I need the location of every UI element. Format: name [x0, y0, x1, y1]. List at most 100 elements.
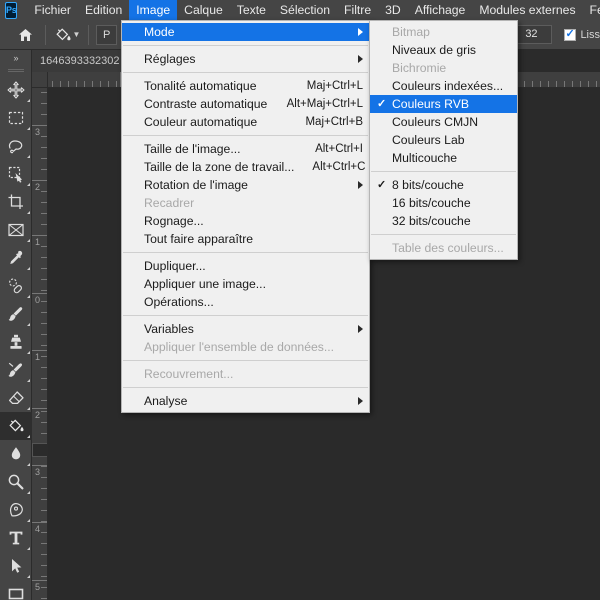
ruler-corner — [32, 72, 48, 88]
menu-item-tout-faire-appara-tre[interactable]: Tout faire apparaître — [122, 230, 369, 248]
menu-item-32-bits-couche[interactable]: 32 bits/couche — [370, 212, 517, 230]
menu-item-label: Couleurs Lab — [392, 133, 465, 147]
pen-icon — [7, 501, 25, 519]
menu-item-rognage[interactable]: Rognage... — [122, 212, 369, 230]
menu-item-taille-de-la-zone-de-travail[interactable]: Taille de la zone de travail... Alt+Ctrl+… — [122, 158, 369, 176]
menubar-item-filtre[interactable]: Filtre — [337, 0, 378, 20]
ruler-label: 1 — [35, 352, 41, 362]
chevron-down-icon[interactable]: ▼ — [73, 30, 81, 39]
menubar-item-fen-tre[interactable]: Fenêtre — [583, 0, 600, 20]
ruler-tick — [524, 81, 525, 87]
ruler-tick — [41, 345, 47, 346]
rectangular-marquee-tool[interactable] — [0, 104, 32, 132]
tool-flyout-corner-icon — [27, 239, 30, 242]
menu-item-appliquer-une-image[interactable]: Appliquer une image... — [122, 275, 369, 293]
menu-item-multicouche[interactable]: Multicouche — [370, 149, 517, 167]
blur-tool[interactable] — [0, 440, 32, 468]
menu-item-couleurs-index-es[interactable]: Couleurs indexées... — [370, 77, 517, 95]
menu-item-couleurs-cmjn[interactable]: Couleurs CMJN — [370, 113, 517, 131]
ruler-tick — [41, 224, 47, 225]
pen-tool[interactable] — [0, 496, 32, 524]
menu-item-tonalit-automatique[interactable]: Tonalité automatique Maj+Ctrl+L — [122, 77, 369, 95]
ruler-label: 3 — [35, 467, 41, 477]
menu-separator — [371, 234, 516, 235]
quick-selection-tool[interactable] — [0, 160, 32, 188]
home-icon[interactable] — [12, 22, 38, 48]
menu-item-couleur-automatique[interactable]: Couleur automatique Maj+Ctrl+B — [122, 113, 369, 131]
crop-tool[interactable] — [0, 188, 32, 216]
menu-item-analyse[interactable]: Analyse — [122, 392, 369, 410]
tool-flyout-corner-icon — [27, 407, 30, 410]
eyedropper-tool[interactable] — [0, 244, 32, 272]
document-tab-title: 1646393332302 — [40, 55, 120, 67]
menu-bar: Ps Fichier Edition Image Calque Texte Sélecti… — [0, 0, 600, 20]
menubar-item-edition[interactable]: Edition — [78, 0, 129, 20]
menu-item-contraste-automatique[interactable]: Contraste automatique Alt+Maj+Ctrl+L — [122, 95, 369, 113]
tool-flyout-corner-icon — [27, 351, 30, 354]
menubar-item-fichier[interactable]: Fichier — [27, 0, 78, 20]
menubar-item-3d[interactable]: 3D — [378, 0, 408, 20]
frame-tool[interactable] — [0, 216, 32, 244]
menu-item-variables[interactable]: Variables — [122, 320, 369, 338]
clone-stamp-tool[interactable] — [0, 328, 32, 356]
lasso-icon — [7, 137, 25, 155]
menu-item-shortcut: Alt+Ctrl+I — [315, 143, 363, 155]
menubar-item-s-lection[interactable]: Sélection — [273, 0, 337, 20]
paint-bucket-icon[interactable]: ▼ — [53, 23, 81, 47]
history-brush-tool[interactable] — [0, 356, 32, 384]
type-tool[interactable] — [0, 524, 32, 552]
menu-item-8-bits-couche[interactable]: ✓ 8 bits/couche — [370, 176, 517, 194]
options-separator-1 — [45, 24, 46, 45]
eraser-tool[interactable] — [0, 384, 32, 412]
menu-item-16-bits-couche[interactable]: 16 bits/couche — [370, 194, 517, 212]
vertical-ruler[interactable]: 3 2 1 0 1 2 3 4 5 — [32, 88, 48, 600]
menu-item-label: Rotation de l'image — [144, 178, 248, 192]
menu-item-r-glages[interactable]: Réglages — [122, 50, 369, 68]
dodge-tool[interactable] — [0, 468, 32, 496]
menu-item-couleurs-rvb[interactable]: ✓ Couleurs RVB — [370, 95, 517, 113]
menubar-item-modules-externes[interactable]: Modules externes — [472, 0, 582, 20]
menu-item-mode[interactable]: Mode — [122, 23, 369, 41]
antialias-checkbox[interactable] — [564, 27, 577, 41]
paint-bucket-tool[interactable] — [0, 412, 32, 440]
menu-item-rotation-de-l-image[interactable]: Rotation de l'image — [122, 176, 369, 194]
ruler-tick — [556, 81, 557, 87]
menubar-item-affichage[interactable]: Affichage — [408, 0, 473, 20]
menubar-item-texte[interactable]: Texte — [230, 0, 273, 20]
menubar-item-image[interactable]: Image — [129, 0, 178, 20]
ruler-tick — [580, 81, 581, 87]
menu-item-dupliquer[interactable]: Dupliquer... — [122, 257, 369, 275]
move-icon — [7, 81, 25, 99]
menubar-item-calque[interactable]: Calque — [177, 0, 230, 20]
move-tool[interactable] — [0, 76, 32, 104]
lasso-tool[interactable] — [0, 132, 32, 160]
menu-item-label: Couleurs RVB — [392, 97, 469, 111]
image-menu-dropdown[interactable]: Mode Réglages Tonalité automatique Maj+Ctrl… — [121, 20, 370, 413]
menu-item-niveaux-de-gris[interactable]: Niveaux de gris — [370, 41, 517, 59]
menu-item-label: Recouvrement... — [144, 367, 234, 381]
marquee-icon — [7, 109, 25, 127]
tool-panel-grip[interactable] — [0, 66, 31, 76]
brush-tool[interactable] — [0, 300, 32, 328]
path-selection-tool[interactable] — [0, 552, 32, 580]
menu-item-label: Opérations... — [144, 295, 214, 309]
ruler-tick — [41, 400, 47, 401]
menu-item-op-rations[interactable]: Opérations... — [122, 293, 369, 311]
tool-flyout-corner-icon — [27, 547, 30, 550]
double-chevron-right-icon[interactable]: » — [0, 50, 31, 66]
menu-item-taille-de-l-image[interactable]: Taille de l'image... Alt+Ctrl+I — [122, 140, 369, 158]
menu-item-label: Recadrer — [144, 196, 195, 210]
photoshop-window: 1 0 3 2 1 0 1 2 3 4 5 1646393332302 » ▼ — [0, 0, 600, 600]
preset-picker-button[interactable]: P — [96, 24, 118, 45]
tool-flyout-corner-icon — [27, 435, 30, 438]
menu-item-couleurs-lab[interactable]: Couleurs Lab — [370, 131, 517, 149]
ruler-tick-major — [32, 180, 47, 181]
mode-submenu-dropdown[interactable]: Bitmap Niveaux de gris Bichromie Couleurs i… — [369, 20, 518, 260]
ruler-tick-major — [32, 580, 47, 581]
rectangle-tool[interactable] — [0, 580, 32, 600]
tool-flyout-corner-icon — [27, 211, 30, 214]
healing-brush-tool[interactable] — [0, 272, 32, 300]
ruler-tick — [68, 81, 69, 87]
tool-flyout-corner-icon — [27, 323, 30, 326]
menu-separator — [371, 171, 516, 172]
